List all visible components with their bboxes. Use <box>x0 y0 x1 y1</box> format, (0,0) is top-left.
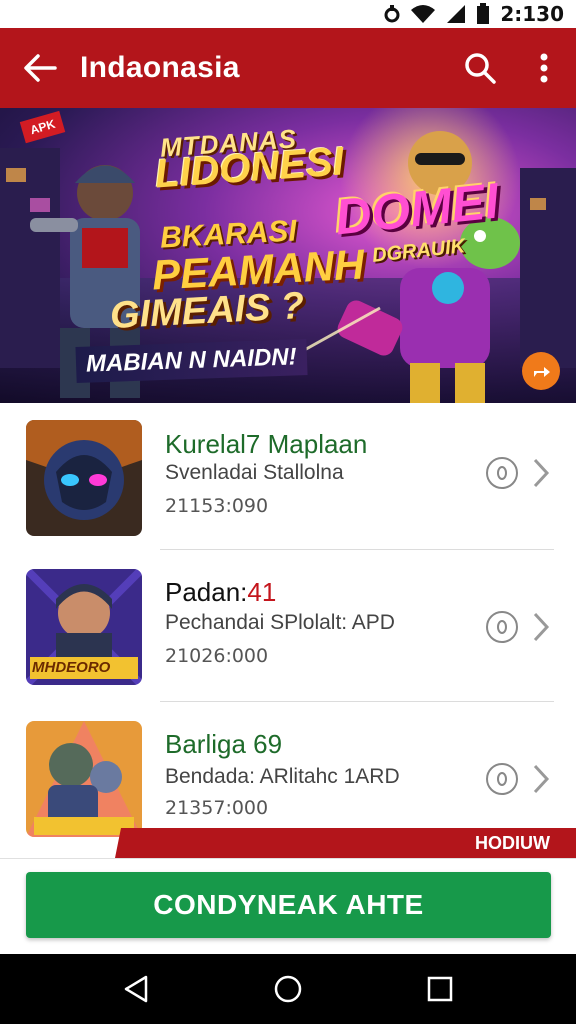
app-subtitle: Pechandai SPlolalt: APD <box>165 611 395 634</box>
app-thumbnail <box>26 420 142 536</box>
nav-recents-icon <box>427 976 453 1002</box>
app-name-accent: 41 <box>247 577 277 607</box>
nav-back-button[interactable] <box>106 959 166 1019</box>
overflow-menu-button[interactable] <box>512 28 576 108</box>
arrow-left-icon <box>24 54 57 82</box>
back-button[interactable] <box>0 28 80 108</box>
primary-cta-button[interactable]: CONDYNEAK AHTE <box>26 872 551 938</box>
app-meta: 21153:090 <box>165 495 269 517</box>
search-button[interactable] <box>448 28 512 108</box>
app-subtitle: Bendada: ARlitahc 1ARD <box>165 765 400 788</box>
chevron-right-icon <box>533 458 550 488</box>
app-bar: Indaonasia <box>0 28 576 108</box>
banner-share-button[interactable] <box>522 352 560 390</box>
cta-bar: CONDYNEAK AHTE <box>0 858 576 954</box>
app-subtitle: Svenladai Stallolna <box>165 461 344 484</box>
data-saver-icon <box>384 4 400 24</box>
app-name: Kurelal7 Maplaan <box>165 429 368 459</box>
nav-back-icon <box>124 975 148 1003</box>
chevron-right-icon <box>533 764 550 794</box>
app-thumbnail <box>26 721 142 837</box>
list-item[interactable]: MHDEORO Padan:41 Pechandai SPlolalt: APD… <box>0 569 576 719</box>
app-name: Barliga 69 <box>165 729 283 759</box>
ribbon-banner: HODIUW <box>115 828 576 858</box>
ribbon-label: HODIUW <box>475 833 550 853</box>
system-nav-bar <box>0 954 576 1024</box>
list-item[interactable]: Kurelal7 Maplaan Svenladai Stallolna 211… <box>0 417 576 567</box>
app-meta: 21357:000 <box>165 797 269 819</box>
more-vert-icon <box>540 53 548 83</box>
app-name-text: Padan: <box>165 577 248 607</box>
select-radio[interactable] <box>486 457 518 489</box>
page-title: Indaonasia <box>80 51 240 84</box>
nav-home-icon <box>274 975 302 1003</box>
status-bar: 2:130 <box>0 0 576 28</box>
nav-recents-button[interactable] <box>410 959 470 1019</box>
select-radio[interactable] <box>486 763 518 795</box>
app-meta: 21026:000 <box>165 645 269 667</box>
battery-icon <box>476 3 490 25</box>
share-icon <box>534 367 550 377</box>
divider <box>160 549 554 550</box>
select-radio[interactable] <box>486 611 518 643</box>
app-name: Padan:41 <box>165 577 276 608</box>
search-icon <box>465 53 496 84</box>
divider <box>160 701 554 702</box>
chevron-right-icon <box>533 612 550 642</box>
signal-icon <box>446 4 466 24</box>
promo-banner[interactable]: APK MTDANAS LIDONESI BKARASI PEAMANH GIM… <box>0 108 576 403</box>
status-time: 2:130 <box>500 2 564 26</box>
app-thumbnail: MHDEORO <box>26 569 142 685</box>
thumbnail-label: MHDEORO <box>32 659 111 676</box>
nav-home-button[interactable] <box>258 959 318 1019</box>
app-list: Kurelal7 Maplaan Svenladai Stallolna 211… <box>0 403 576 858</box>
wifi-icon <box>410 4 436 24</box>
